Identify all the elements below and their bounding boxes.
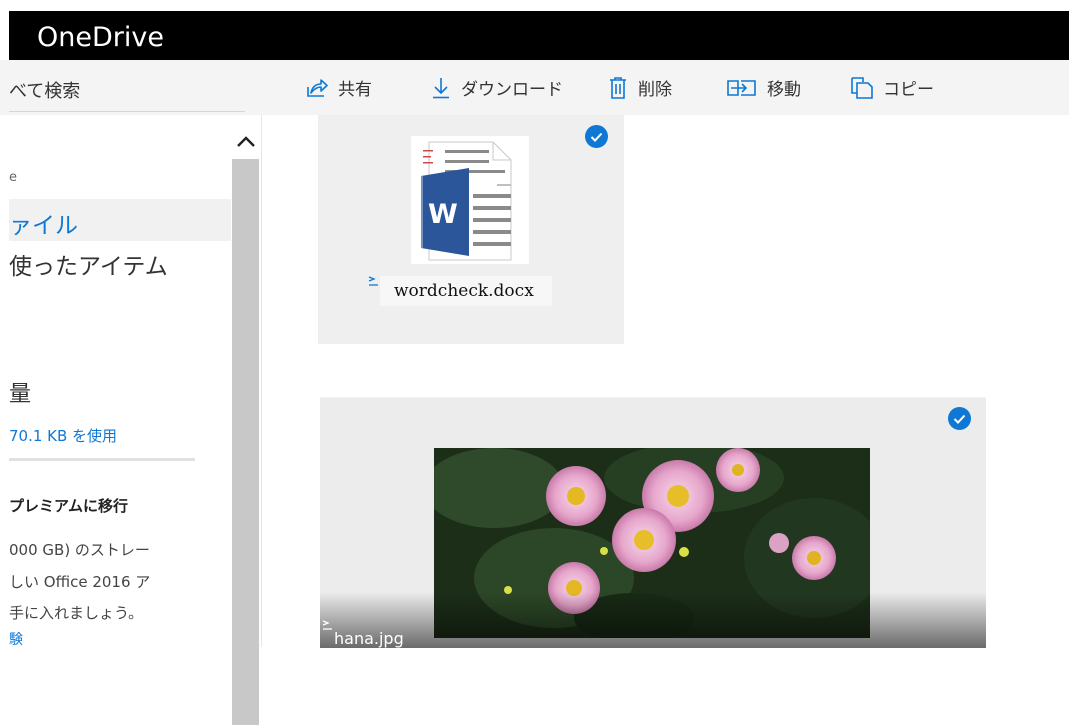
nav-item-recent[interactable]: 使ったアイテム: [9, 247, 168, 281]
copy-button[interactable]: コピー: [851, 60, 934, 115]
storage-heading: 量: [9, 382, 32, 407]
nav-scrollbar[interactable]: [231, 115, 261, 725]
promo-link[interactable]: 験: [9, 629, 23, 647]
trash-icon: [610, 76, 626, 99]
file-tile-wordcheck[interactable]: W wordcheck.docx: [318, 115, 624, 344]
search-box[interactable]: べて検索: [0, 60, 261, 115]
premium-heading: プレミアムに移行: [9, 497, 128, 515]
delete-button[interactable]: 削除: [608, 60, 672, 115]
file-name-label: hana.jpg: [334, 629, 404, 648]
delete-label: 削除: [638, 80, 672, 100]
share-label: 共有: [338, 80, 372, 100]
move-label: 移動: [767, 80, 801, 100]
download-button[interactable]: ダウンロード: [431, 60, 563, 115]
selected-check-icon[interactable]: [585, 125, 608, 148]
promo-line-2: しい Office 2016 ア: [9, 573, 151, 591]
checkmark-icon: [590, 132, 603, 142]
top-bar: OneDrive: [0, 0, 1069, 60]
content-divider: [261, 115, 262, 647]
nav-item-files[interactable]: ァイル: [9, 206, 78, 240]
move-button[interactable]: 移動: [727, 60, 801, 115]
word-document-thumbnail: W: [411, 136, 529, 264]
selected-check-icon[interactable]: [948, 407, 971, 430]
search-placeholder[interactable]: べて検索: [9, 77, 80, 103]
sync-arrow-icon: [322, 620, 332, 630]
storage-meter: [9, 458, 195, 461]
left-nav: e ァイル 使ったアイテム 量 70.1 KB を使用 プレミアムに移行 000…: [9, 115, 231, 647]
app-header: OneDrive: [9, 11, 1069, 60]
promo-line-1: 000 GB) のストレー: [9, 541, 150, 559]
svg-text:W: W: [428, 199, 458, 230]
move-icon: [727, 79, 756, 96]
scroll-up-button[interactable]: [231, 125, 261, 159]
copy-label: コピー: [883, 80, 934, 100]
file-tile-hana[interactable]: hana.jpg: [320, 397, 986, 648]
storage-used-link[interactable]: 70.1 KB を使用: [9, 425, 117, 446]
checkmark-icon: [953, 414, 966, 424]
share-icon: [307, 78, 328, 97]
promo-line-3: 手に入れましょう。: [9, 604, 144, 622]
download-label: ダウンロード: [461, 80, 563, 100]
sync-arrow-icon: [368, 276, 378, 286]
word-doc-icon: W: [419, 141, 512, 261]
chevron-up-icon: [237, 136, 255, 147]
file-name-label: wordcheck.docx: [380, 276, 552, 306]
app-title[interactable]: OneDrive: [37, 23, 164, 53]
scroll-thumb[interactable]: [232, 159, 259, 725]
download-icon: [433, 77, 449, 98]
share-button[interactable]: 共有: [306, 60, 372, 115]
search-underline: [9, 111, 245, 112]
image-caption-gradient: [320, 592, 986, 648]
nav-item-partial[interactable]: e: [9, 170, 17, 185]
command-bar: 共有 ダウンロード 削除 移動 コピー: [261, 60, 1069, 115]
copy-icon: [851, 76, 873, 99]
